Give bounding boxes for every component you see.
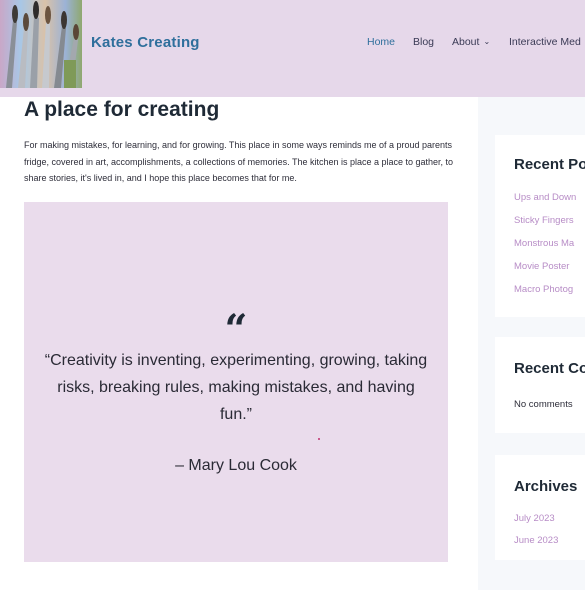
site-title[interactable]: Kates Creating (91, 34, 200, 51)
paintbrush-logo[interactable] (0, 0, 82, 88)
recent-post-link[interactable]: Sticky Fingers (514, 215, 574, 226)
archive-link[interactable]: June 2023 (514, 535, 558, 546)
quote-text: “Creativity is inventing, experimenting,… (44, 352, 428, 423)
recent-post-link[interactable]: Movie Poster (514, 261, 569, 272)
nav-item-about-label: About (452, 36, 480, 48)
recent-posts-title: Recent Po (514, 156, 585, 173)
recent-comments-title: Recent Co (514, 360, 585, 377)
no-comments-text: No comments (514, 399, 573, 410)
nav-item-interactive-media[interactable]: Interactive Med (509, 36, 581, 48)
intro-paragraph: For making mistakes, for learning, and f… (24, 140, 454, 183)
page-title: A place for creating (24, 98, 220, 121)
nav-item-about[interactable]: About ⌄ (452, 36, 490, 48)
nav-item-blog[interactable]: Blog (413, 36, 434, 48)
chevron-down-icon: ⌄ (483, 37, 491, 46)
recent-post-link[interactable]: Monstrous Ma (514, 238, 574, 249)
recent-comments-widget: Recent Co No comments (495, 337, 585, 433)
archive-link[interactable]: July 2023 (514, 513, 555, 524)
quote-author: – Mary Lou Cook (175, 457, 297, 474)
decorative-dot (318, 438, 320, 440)
quote-block: “ “Creativity is inventing, experimentin… (24, 202, 448, 562)
archives-title: Archives (514, 478, 578, 495)
recent-posts-widget: Recent Po Ups and Down Sticky Fingers Mo… (495, 135, 585, 317)
site-header: Kates Creating Home Blog About ⌄ Interact… (0, 0, 585, 97)
recent-post-link[interactable]: Macro Photog (514, 284, 573, 295)
recent-post-link[interactable]: Ups and Down (514, 192, 576, 203)
archives-widget: Archives July 2023 June 2023 (495, 455, 585, 560)
nav-item-home[interactable]: Home (367, 36, 395, 48)
quote-icon: “ (224, 306, 248, 353)
